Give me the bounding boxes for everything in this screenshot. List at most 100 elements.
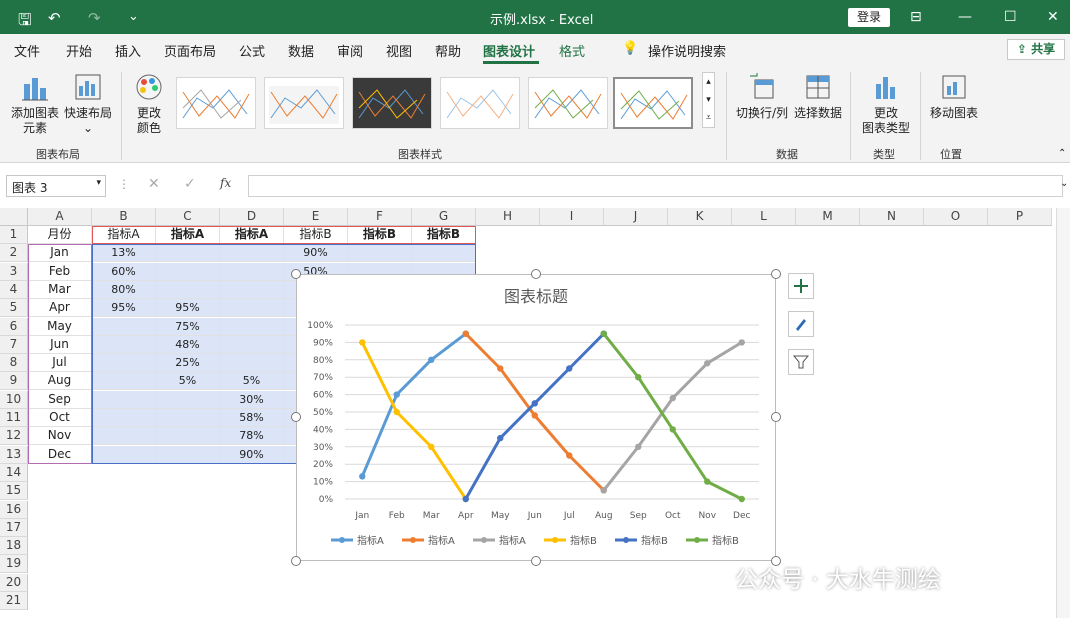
tab-format[interactable]: 格式 xyxy=(559,41,585,60)
gallery-expand-icon[interactable]: ⩡ xyxy=(703,109,714,127)
row-header-5[interactable]: 5 xyxy=(0,299,28,318)
cell-B7[interactable] xyxy=(92,335,156,354)
chart-style-2[interactable] xyxy=(264,77,344,129)
chart-styles-button[interactable] xyxy=(788,311,814,337)
redo-icon[interactable]: ↷ xyxy=(88,9,101,27)
cell-D4[interactable] xyxy=(220,280,284,299)
cell-D2[interactable] xyxy=(220,244,284,263)
column-header-B[interactable]: B xyxy=(92,208,156,226)
change-colors-button[interactable]: 更改 颜色 xyxy=(126,72,172,136)
cell-B2[interactable]: 13% xyxy=(92,244,156,263)
row-header-12[interactable]: 12 xyxy=(0,427,28,446)
formula-input[interactable] xyxy=(248,175,1063,197)
cell-C9[interactable]: 5% xyxy=(156,372,220,391)
row-header-10[interactable]: 10 xyxy=(0,390,28,409)
cell-B12[interactable] xyxy=(92,427,156,446)
chart-style-1[interactable] xyxy=(176,77,256,129)
cell-A7[interactable]: Jun xyxy=(28,335,92,354)
chart-style-4[interactable] xyxy=(440,77,520,129)
cell-A4[interactable]: Mar xyxy=(28,280,92,299)
column-header-H[interactable]: H xyxy=(476,208,540,226)
resize-handle[interactable] xyxy=(291,556,301,566)
chart-object[interactable]: 图表标题 0% 10% 20% 30% 40% 50% 60% 70% 80% 90% 100% Ja… xyxy=(296,274,776,561)
row-header-3[interactable]: 3 xyxy=(0,262,28,281)
row-header-7[interactable]: 7 xyxy=(0,335,28,354)
column-header-E[interactable]: E xyxy=(284,208,348,226)
resize-handle[interactable] xyxy=(771,269,781,279)
cell-A9[interactable]: Aug xyxy=(28,372,92,391)
chart-style-6-selected[interactable] xyxy=(613,77,693,129)
cell-D6[interactable] xyxy=(220,317,284,336)
tab-data[interactable]: 数据 xyxy=(288,41,314,60)
row-header-13[interactable]: 13 xyxy=(0,445,28,464)
column-header-F[interactable]: F xyxy=(348,208,412,226)
cell-G1[interactable]: 指标B xyxy=(412,226,476,244)
cell-B6[interactable] xyxy=(92,317,156,336)
tab-page-layout[interactable]: 页面布局 xyxy=(164,41,216,60)
style-gallery-scroll[interactable]: ▴ ▾ ⩡ xyxy=(702,72,715,128)
tab-insert[interactable]: 插入 xyxy=(115,41,141,60)
change-chart-type-button[interactable]: 更改 图表类型 xyxy=(858,72,914,136)
cell-G2[interactable] xyxy=(412,244,476,263)
cell-D1[interactable]: 指标A xyxy=(220,226,284,244)
cell-C8[interactable]: 25% xyxy=(156,354,220,373)
vertical-scrollbar[interactable] xyxy=(1056,208,1070,618)
cell-D12[interactable]: 78% xyxy=(220,427,284,446)
cell-D10[interactable]: 30% xyxy=(220,390,284,409)
tab-chart-design[interactable]: 图表设计 xyxy=(483,41,535,60)
chart-style-5[interactable] xyxy=(528,77,608,129)
row-header-17[interactable]: 17 xyxy=(0,518,28,537)
cell-D9[interactable]: 5% xyxy=(220,372,284,391)
cell-B9[interactable] xyxy=(92,372,156,391)
column-header-I[interactable]: I xyxy=(540,208,604,226)
cell-A3[interactable]: Feb xyxy=(28,262,92,281)
cell-A10[interactable]: Sep xyxy=(28,390,92,409)
cell-B5[interactable]: 95% xyxy=(92,299,156,318)
row-header-2[interactable]: 2 xyxy=(0,244,28,263)
cancel-icon[interactable]: ✕ xyxy=(148,176,160,192)
cell-C11[interactable] xyxy=(156,409,220,427)
chart-filters-button[interactable] xyxy=(788,349,814,375)
cell-C7[interactable]: 48% xyxy=(156,335,220,354)
cell-B4[interactable]: 80% xyxy=(92,280,156,299)
select-all-corner[interactable] xyxy=(0,208,28,226)
cell-B8[interactable] xyxy=(92,354,156,373)
chevron-down-icon[interactable]: ▾ xyxy=(96,178,101,188)
row-header-15[interactable]: 15 xyxy=(0,482,28,501)
cell-A8[interactable]: Jul xyxy=(28,354,92,373)
column-header-L[interactable]: L xyxy=(732,208,796,226)
column-header-K[interactable]: K xyxy=(668,208,732,226)
cell-C2[interactable] xyxy=(156,244,220,263)
save-icon[interactable]: 🖫 xyxy=(18,9,32,36)
chart-elements-button[interactable] xyxy=(788,273,814,299)
quick-layout-button[interactable]: 快速布局 ⌄ xyxy=(62,72,114,136)
cell-A12[interactable]: Nov xyxy=(28,427,92,446)
enter-icon[interactable]: ✓ xyxy=(184,176,196,192)
cell-C4[interactable] xyxy=(156,280,220,299)
row-header-18[interactable]: 18 xyxy=(0,537,28,556)
tab-view[interactable]: 视图 xyxy=(386,41,412,60)
tab-help[interactable]: 帮助 xyxy=(435,41,461,60)
row-header-20[interactable]: 20 xyxy=(0,573,28,592)
tab-formulas[interactable]: 公式 xyxy=(239,41,265,60)
cell-A2[interactable]: Jan xyxy=(28,244,92,263)
minimize-icon[interactable]: — xyxy=(958,9,972,25)
cell-B3[interactable]: 60% xyxy=(92,262,156,281)
row-header-11[interactable]: 11 xyxy=(0,409,28,427)
cell-A5[interactable]: Apr xyxy=(28,299,92,318)
cell-D3[interactable] xyxy=(220,262,284,281)
column-header-P[interactable]: P xyxy=(988,208,1052,226)
row-header-4[interactable]: 4 xyxy=(0,280,28,299)
column-header-O[interactable]: O xyxy=(924,208,988,226)
row-header-6[interactable]: 6 xyxy=(0,317,28,336)
column-header-C[interactable]: C xyxy=(156,208,220,226)
cell-C13[interactable] xyxy=(156,445,220,464)
column-header-A[interactable]: A xyxy=(28,208,92,226)
cell-D5[interactable] xyxy=(220,299,284,318)
move-chart-button[interactable]: 移动图表 xyxy=(926,72,982,121)
login-button[interactable]: 登录 xyxy=(848,8,890,27)
cell-D11[interactable]: 58% xyxy=(220,409,284,427)
switch-row-column-button[interactable]: 切换行/列 xyxy=(733,72,791,121)
cell-E2[interactable]: 90% xyxy=(284,244,348,263)
row-header-9[interactable]: 9 xyxy=(0,372,28,391)
